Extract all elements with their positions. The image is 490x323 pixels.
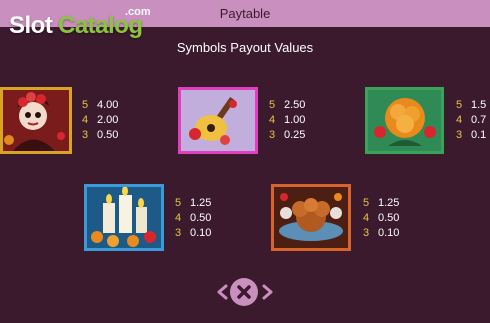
match-count: 5 xyxy=(456,99,463,111)
marigold-icon xyxy=(365,87,444,154)
match-count: 3 xyxy=(269,129,276,141)
payout-value: 2.00 xyxy=(97,114,119,126)
close-icon xyxy=(237,285,251,299)
match-count: 3 xyxy=(363,227,370,239)
match-count: 3 xyxy=(456,129,463,141)
match-count: 5 xyxy=(269,99,276,111)
match-count: 4 xyxy=(456,114,463,126)
payout-value: 0.1 xyxy=(471,129,487,141)
logo-com-text: .com xyxy=(125,6,151,18)
catrina-woman-icon xyxy=(0,87,72,154)
payout-value: 0.25 xyxy=(284,129,306,141)
guitar-icon xyxy=(178,87,258,154)
logo-slot-text: Slot xyxy=(9,12,53,39)
match-count: 4 xyxy=(363,212,370,224)
payout-value: 1.00 xyxy=(284,114,306,126)
payout-value: 1.25 xyxy=(378,197,400,209)
payout-value: 0.7 xyxy=(471,114,487,126)
arrow-right-icon[interactable] xyxy=(262,284,274,305)
payout-value: 4.00 xyxy=(97,99,119,111)
paytable-subtitle: Symbols Payout Values xyxy=(176,40,314,55)
payout-value: 2.50 xyxy=(284,99,306,111)
match-count: 3 xyxy=(175,227,182,239)
match-count: 4 xyxy=(82,114,89,126)
payout-value: 0.50 xyxy=(97,129,119,141)
payout-value: 0.10 xyxy=(190,227,212,239)
arrow-left-icon[interactable] xyxy=(216,284,228,305)
candles-icon xyxy=(84,184,164,251)
match-count: 5 xyxy=(175,197,182,209)
match-count: 5 xyxy=(363,197,370,209)
close-button[interactable] xyxy=(230,278,258,306)
match-count: 4 xyxy=(269,114,276,126)
pan-de-muerto-icon xyxy=(271,184,351,251)
match-count: 3 xyxy=(82,129,89,141)
payout-value: 1.25 xyxy=(190,197,212,209)
payout-value: 0.10 xyxy=(378,227,400,239)
match-count: 5 xyxy=(82,99,89,111)
payout-value: 0.50 xyxy=(378,212,400,224)
payout-value: 0.50 xyxy=(190,212,212,224)
match-count: 4 xyxy=(175,212,182,224)
payout-value: 1.5 xyxy=(471,99,487,111)
